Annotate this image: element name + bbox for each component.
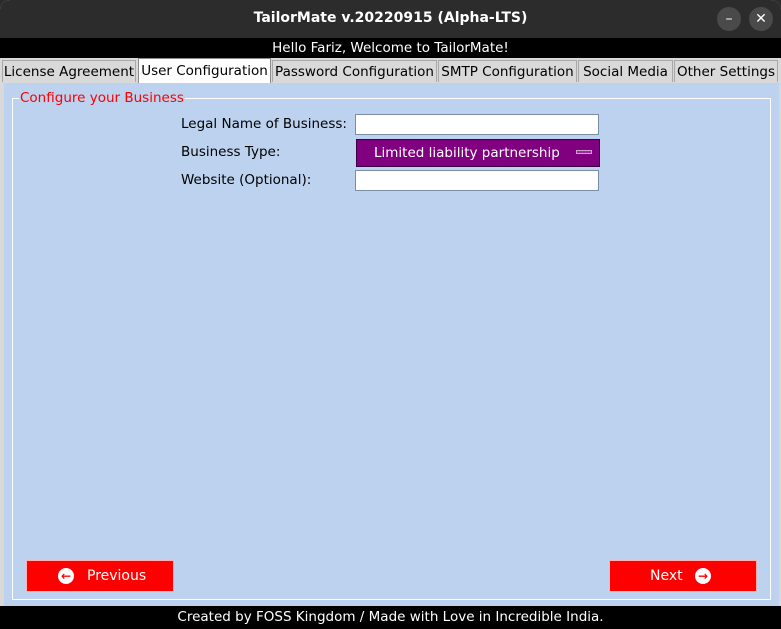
footer-credits: Created by FOSS Kingdom / Made with Love… bbox=[0, 606, 781, 629]
arrow-right-circle-icon: → bbox=[695, 568, 711, 584]
legal-name-input[interactable] bbox=[355, 114, 599, 135]
configure-business-group: Configure your Business Legal Name of Bu… bbox=[12, 90, 771, 600]
tab-user-configuration[interactable]: User Configuration bbox=[138, 58, 271, 83]
business-type-value: Limited liability partnership bbox=[374, 145, 560, 161]
close-icon: ✕ bbox=[755, 11, 767, 27]
tab-bar: License Agreement User Configuration Pas… bbox=[0, 58, 781, 83]
next-button[interactable]: Next → bbox=[609, 560, 757, 592]
next-label: Next bbox=[650, 568, 683, 584]
section-title: Configure your Business bbox=[19, 90, 185, 106]
app-window: TailorMate v.20220915 (Alpha-LTS) – ✕ He… bbox=[0, 0, 781, 629]
tab-license-agreement[interactable]: License Agreement bbox=[2, 60, 136, 82]
minimize-icon: – bbox=[725, 11, 733, 27]
tab-smtp-configuration[interactable]: SMTP Configuration bbox=[438, 60, 577, 82]
user-configuration-panel: Configure your Business Legal Name of Bu… bbox=[4, 83, 779, 606]
tab-social-media[interactable]: Social Media bbox=[578, 60, 673, 82]
website-label: Website (Optional): bbox=[181, 172, 312, 188]
business-type-dropdown[interactable]: Limited liability partnership bbox=[356, 139, 600, 167]
previous-button[interactable]: ← Previous bbox=[26, 560, 174, 592]
dropdown-indicator-icon bbox=[576, 150, 592, 154]
website-input[interactable] bbox=[355, 170, 599, 191]
welcome-banner: Hello Fariz, Welcome to TailorMate! bbox=[0, 38, 781, 58]
close-button[interactable]: ✕ bbox=[749, 7, 773, 31]
minimize-button[interactable]: – bbox=[717, 7, 741, 31]
legal-name-label: Legal Name of Business: bbox=[181, 116, 347, 132]
business-type-label: Business Type: bbox=[181, 144, 281, 160]
previous-label: Previous bbox=[87, 568, 147, 584]
title-bar[interactable]: TailorMate v.20220915 (Alpha-LTS) – ✕ bbox=[0, 0, 781, 38]
tab-password-configuration[interactable]: Password Configuration bbox=[272, 60, 437, 82]
window-title: TailorMate v.20220915 (Alpha-LTS) bbox=[253, 10, 528, 26]
arrow-left-circle-icon: ← bbox=[58, 568, 74, 584]
tab-content: Configure your Business Legal Name of Bu… bbox=[0, 83, 781, 606]
tab-other-settings[interactable]: Other Settings bbox=[674, 60, 778, 82]
